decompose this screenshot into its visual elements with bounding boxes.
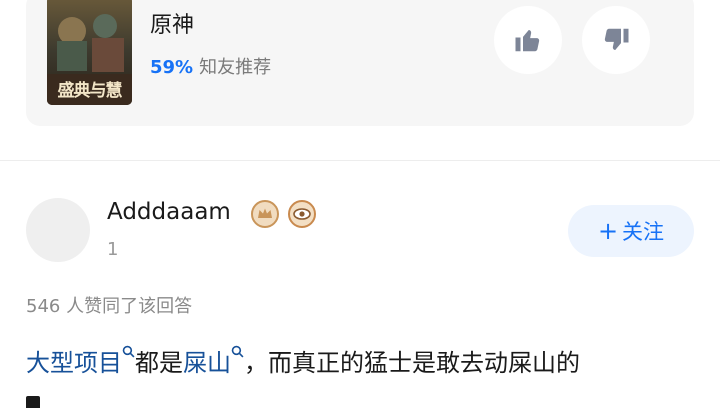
avatar[interactable] — [26, 198, 90, 262]
rating-label: 知友推荐 — [199, 57, 272, 78]
thumbs-down-icon — [604, 28, 629, 50]
answer-text: 大型项目 都是屎山 ，而真正的猛士是敢去动屎山的 — [26, 343, 580, 378]
plus-icon: + — [597, 217, 619, 245]
thumbs-down-button[interactable] — [582, 6, 650, 74]
upvote-count: 546 人赞同了该回答 — [26, 296, 193, 317]
answer-text-1: 都是 — [135, 349, 183, 377]
search-icon[interactable] — [122, 345, 135, 358]
section-divider — [0, 160, 720, 161]
game-title[interactable]: 原神 — [150, 7, 194, 39]
search-icon[interactable] — [231, 345, 244, 358]
game-cover-image[interactable]: 盛典与慧 — [47, 0, 132, 105]
crown-badge-icon[interactable] — [251, 200, 279, 228]
follow-button[interactable]: + 关注 — [568, 205, 694, 257]
next-line-text-fragment — [26, 396, 40, 408]
author-name[interactable]: Adddaaam — [107, 199, 231, 225]
keyword-link-2[interactable]: 屎山 — [183, 349, 231, 377]
thumbs-up-button[interactable] — [494, 6, 562, 74]
rating-percent: 59% — [150, 57, 194, 78]
cover-text: 盛典与慧 — [57, 81, 123, 101]
thumbs-up-icon — [515, 30, 540, 52]
game-card[interactable]: 盛典与慧 原神 59% 知友推荐 — [26, 0, 694, 126]
answer-text-2: ，而真正的猛士是敢去动屎山的 — [244, 349, 580, 377]
author-subtitle: 1 — [107, 239, 119, 260]
follow-label: 关注 — [622, 220, 665, 244]
eye-badge-icon[interactable] — [288, 200, 316, 228]
rating: 59% 知友推荐 — [150, 53, 271, 79]
keyword-link-1[interactable]: 大型项目 — [26, 349, 122, 377]
